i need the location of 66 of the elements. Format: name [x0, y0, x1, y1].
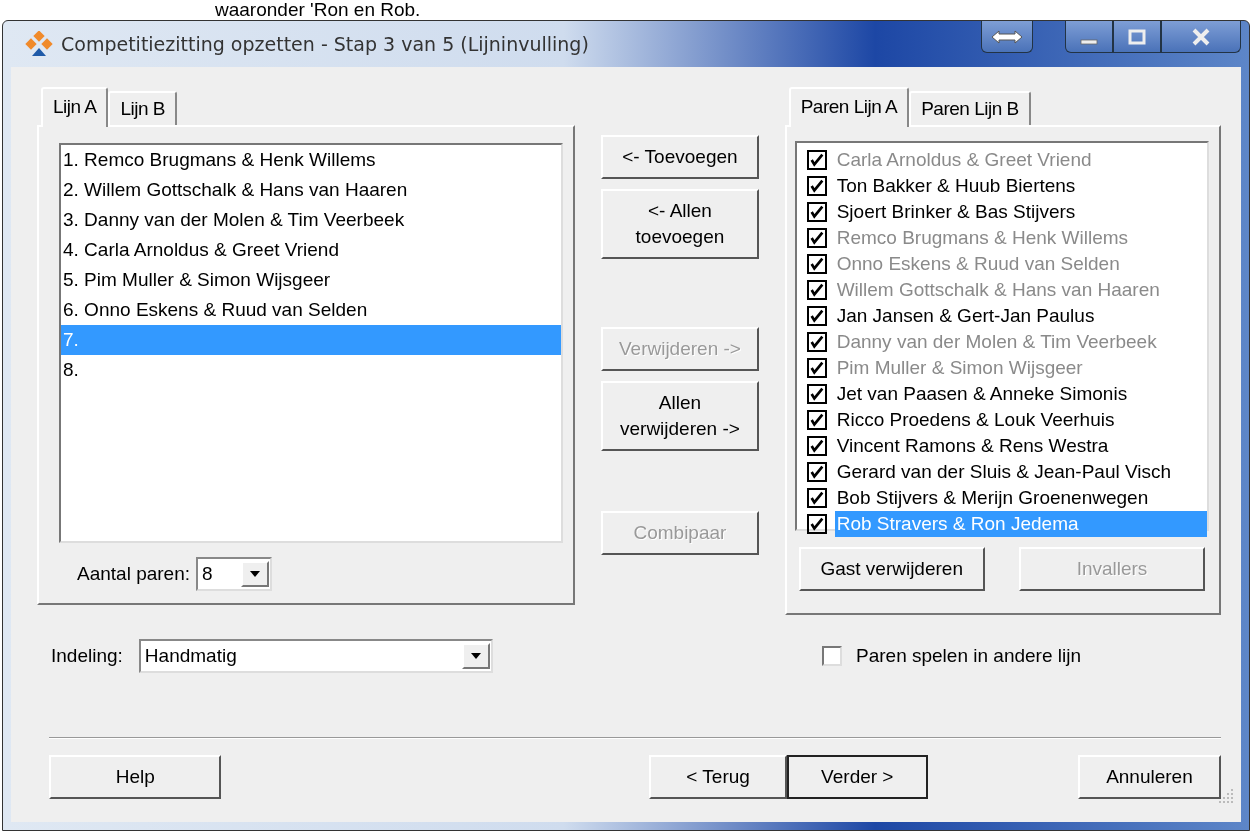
action-button[interactable]: <- Toevoegen	[600, 135, 759, 179]
window-title: Competitiezitting opzetten - Stap 3 van 5 (Lijninvulling)	[61, 33, 589, 55]
list-item[interactable]: Vincent Ramons & Rens Westra	[834, 433, 1207, 459]
list-item[interactable]: 5. Pim Muller & Simon Wijsgeer	[61, 265, 562, 295]
count-dropdown[interactable]: 8	[196, 557, 273, 591]
checkbox[interactable]	[806, 436, 827, 456]
tab[interactable]: Lijn B	[108, 91, 177, 125]
maximize-button[interactable]	[1113, 21, 1161, 53]
checkbox[interactable]	[806, 358, 827, 378]
list-item[interactable]: Onno Eskens & Ruud van Selden	[834, 251, 1207, 277]
list-item[interactable]: Jet van Paasen & Anneke Simonis	[834, 381, 1207, 407]
list-item[interactable]: Bob Stijvers & Merijn Groenenwegen	[834, 485, 1207, 511]
checkbox[interactable]	[806, 462, 827, 482]
checkbox[interactable]	[806, 254, 827, 274]
minimize-button[interactable]	[1065, 21, 1113, 53]
list-item[interactable]: 3. Danny van der Molen & Tim Veerbeek	[61, 205, 562, 235]
checkbox[interactable]	[806, 176, 827, 196]
list-item[interactable]: Willem Gottschalk & Hans van Haaren	[834, 277, 1207, 303]
dropdown-arrow-icon	[250, 571, 261, 577]
checkbox[interactable]	[806, 202, 827, 222]
tab[interactable]: Paren Lijn B	[909, 91, 1031, 125]
action-button[interactable]: Allen verwijderen ->	[600, 381, 759, 451]
close-button[interactable]	[1161, 21, 1241, 53]
resize-button[interactable]	[981, 21, 1033, 53]
list-item[interactable]: Pim Muller & Simon Wijsgeer	[834, 355, 1207, 381]
list-item[interactable]: 2. Willem Gottschalk & Hans van Haaren	[61, 175, 562, 205]
maximize-icon	[1127, 28, 1147, 45]
checkbox[interactable]	[806, 280, 827, 300]
list-item[interactable]: 1. Remco Brugmans & Henk Willems	[61, 145, 562, 175]
checkbox[interactable]	[806, 410, 827, 430]
list-item[interactable]: Danny van der Molen & Tim Veerbeek	[834, 329, 1207, 355]
close-icon	[1190, 27, 1212, 46]
list-item[interactable]: Ton Bakker & Huub Biertens	[834, 173, 1207, 199]
list-item[interactable]: 6. Onno Eskens & Ruud van Selden	[61, 295, 562, 325]
checkbox[interactable]	[806, 150, 827, 170]
list-item[interactable]: Ricco Proedens & Louk Veerhuis	[834, 407, 1207, 433]
footer-button[interactable]: Help	[49, 755, 222, 799]
list-item[interactable]: Gerard van der Sluis & Jean-Paul Visch	[834, 459, 1207, 485]
action-button[interactable]: <- Allen toevoegen	[600, 189, 759, 259]
checkbox-label: Paren spelen in andere lijn	[856, 645, 1081, 667]
list-item[interactable]: Remco Brugmans & Henk Willems	[834, 225, 1207, 251]
tab[interactable]: Paren Lijn A	[788, 87, 910, 127]
field-label: Aantal paren:	[77, 563, 191, 585]
list-item[interactable]: Jan Jansen & Gert-Jan Paulus	[834, 303, 1207, 329]
checkbox[interactable]	[806, 332, 827, 352]
checkbox[interactable]	[806, 488, 827, 508]
footer-button[interactable]: Annuleren	[1077, 755, 1221, 799]
list-item[interactable]: 8.	[61, 355, 562, 385]
checkbox[interactable]	[806, 228, 827, 248]
checkbox[interactable]	[806, 384, 827, 404]
app-icon	[25, 31, 53, 57]
dropdown-arrow-icon	[470, 653, 481, 659]
footer-button[interactable]: < Terug	[649, 755, 787, 799]
list-item[interactable]: 4. Carla Arnoldus & Greet Vriend	[61, 235, 562, 265]
checkbox[interactable]	[806, 306, 827, 326]
field-label: Indeling:	[51, 645, 123, 667]
footer-button[interactable]: Verder >	[786, 755, 928, 799]
division-dropdown[interactable]: Handmatig	[138, 639, 493, 673]
list-item[interactable]: Sjoert Brinker & Bas Stijvers	[834, 199, 1207, 225]
checkbox[interactable]	[806, 514, 827, 534]
action-button[interactable]: Gast verwijderen	[798, 547, 985, 591]
tab[interactable]: Lijn A	[41, 87, 109, 127]
double-arrow-icon	[990, 28, 1024, 45]
minimize-icon	[1080, 38, 1098, 45]
caption-text: waaronder 'Ron en Rob.	[214, 0, 422, 20]
checkbox[interactable]	[822, 646, 842, 666]
